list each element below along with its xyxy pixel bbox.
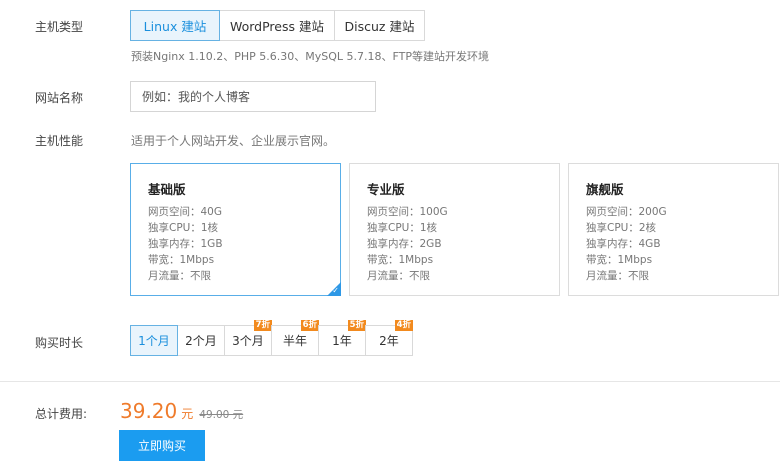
duration-selector: 1个月 2个月 3个月 7折 半年 6折 1年 5折 2年 4折: [130, 320, 413, 356]
host-type-discuz-option[interactable]: Discuz 建站: [334, 10, 425, 41]
plan-spec-memory: 独享内存：2GB: [367, 238, 442, 250]
host-type-hint: 预装Nginx 1.10.2、PHP 5.6.30、MySQL 5.7.18、F…: [131, 50, 489, 63]
duration-option-label: 2个月: [185, 334, 217, 348]
duration-label: 购买时长: [35, 336, 84, 350]
duration-option-label: 1年: [332, 334, 352, 348]
duration-option-label: 1个月: [138, 334, 170, 348]
plan-spec-space: 网页空间：40G: [148, 206, 222, 218]
plan-spec-space: 网页空间：200G: [586, 206, 667, 218]
plan-spec-memory: 独享内存：4GB: [586, 238, 661, 250]
duration-option-2-months[interactable]: 2个月: [177, 325, 225, 356]
total-label: 总计费用:: [35, 407, 88, 421]
plan-title: 专业版: [367, 182, 405, 197]
discount-badge: 7折: [253, 320, 272, 331]
discount-badge: 6折: [300, 320, 319, 331]
plan-spec-cpu: 独享CPU：1核: [148, 222, 219, 234]
plan-spec-traffic: 月流量：不限: [148, 270, 211, 282]
plan-title: 旗舰版: [586, 182, 624, 197]
plan-spec-bandwidth: 带宽：1Mbps: [586, 254, 653, 266]
duration-option-3-months[interactable]: 3个月 7折: [224, 320, 272, 356]
plan-spec-cpu: 独享CPU：2核: [586, 222, 657, 234]
host-type-linux-option[interactable]: Linux 建站: [130, 10, 220, 41]
plan-card-professional[interactable]: 专业版 网页空间：100G 独享CPU：1核 独享内存：2GB 带宽：1Mbps…: [349, 163, 560, 296]
host-type-wordpress-option[interactable]: WordPress 建站: [219, 10, 335, 41]
performance-label: 主机性能: [35, 134, 84, 148]
plan-spec-space: 网页空间：100G: [367, 206, 448, 218]
price-amount: 39.20: [120, 399, 178, 423]
site-name-input[interactable]: [130, 81, 376, 112]
site-name-label: 网站名称: [35, 91, 84, 105]
duration-option-1-month[interactable]: 1个月: [130, 325, 178, 356]
host-type-selector: Linux 建站 WordPress 建站 Discuz 建站: [130, 10, 425, 41]
duration-option-label: 3个月: [232, 334, 264, 348]
plan-title: 基础版: [148, 182, 186, 197]
performance-description: 适用于个人网站开发、企业展示官网。: [131, 134, 336, 148]
discount-badge: 4折: [394, 320, 413, 331]
plan-card-basic[interactable]: 基础版 网页空间：40G 独享CPU：1核 独享内存：1GB 带宽：1Mbps …: [130, 163, 341, 296]
check-icon: ✓: [332, 286, 339, 295]
duration-option-half-year[interactable]: 半年 6折: [271, 320, 319, 356]
original-price: 49.00 元: [199, 409, 244, 421]
total-price: 39.20 元 49.00 元: [120, 399, 243, 423]
duration-option-label: 半年: [282, 334, 307, 348]
plan-spec-bandwidth: 带宽：1Mbps: [148, 254, 215, 266]
host-type-label: 主机类型: [35, 20, 84, 34]
footer-divider: [0, 381, 780, 382]
plan-spec-bandwidth: 带宽：1Mbps: [367, 254, 434, 266]
duration-option-label: 2年: [379, 334, 399, 348]
plan-card-flagship[interactable]: 旗舰版 网页空间：200G 独享CPU：2核 独享内存：4GB 带宽：1Mbps…: [568, 163, 779, 296]
duration-option-1-year[interactable]: 1年 5折: [318, 320, 366, 356]
plan-spec-traffic: 月流量：不限: [367, 270, 430, 282]
price-unit: 元: [181, 407, 194, 421]
discount-badge: 5折: [347, 320, 366, 331]
buy-now-button[interactable]: 立即购买: [119, 430, 205, 461]
plan-spec-traffic: 月流量：不限: [586, 270, 649, 282]
plan-spec-cpu: 独享CPU：1核: [367, 222, 438, 234]
plan-spec-memory: 独享内存：1GB: [148, 238, 223, 250]
duration-option-2-years[interactable]: 2年 4折: [365, 320, 413, 356]
